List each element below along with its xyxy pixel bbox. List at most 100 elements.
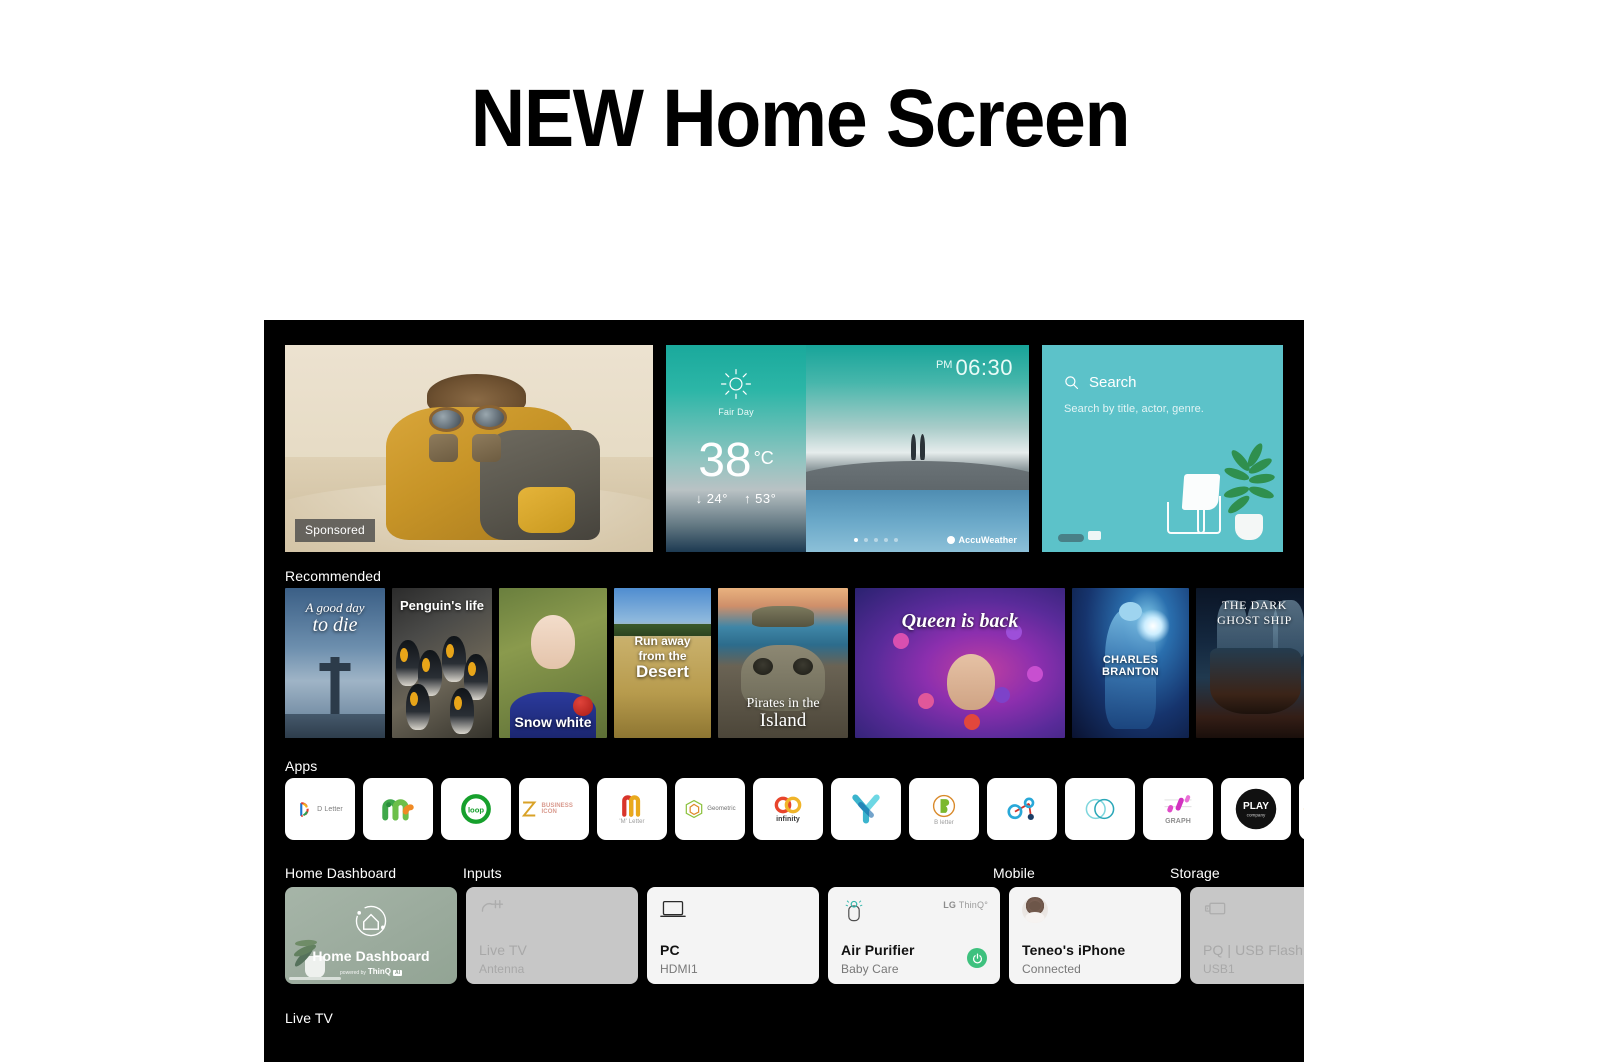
home-dashboard-icon [351,901,391,941]
app-tile-infinity[interactable]: infinity [753,778,823,840]
app-tile-play-company[interactable]: PLAY company [1221,778,1291,840]
recommended-tile-snow-white[interactable]: Snow white [499,588,607,738]
carousel-dot[interactable] [884,538,888,542]
tv-frame: Sponsored Fair Day 38 °C ↓ 24° ↑ 53° PM … [264,320,1304,1062]
power-icon [972,953,982,963]
powered-prefix: powered by [340,970,366,976]
y-shape-icon [852,794,880,824]
label-storage: Storage [1170,865,1220,881]
power-toggle-button[interactable] [967,948,987,968]
accuweather-attribution: AccuWeather [946,535,1017,545]
usb-icon [1203,899,1229,921]
app-tile-b-letter[interactable]: B letter [909,778,979,840]
app-label: BUSINESS ICON [541,803,573,815]
powered-brand: ThinQ [367,967,391,976]
search-label: Search [1089,374,1137,391]
carousel-dot[interactable] [874,538,878,542]
tile-caption-line2: GHOST SHIP [1217,613,1292,627]
app-label: GRAPH [1165,818,1191,825]
ad-figure [373,373,600,540]
page-title: NEW Home Screen [470,73,1131,164]
recommended-tile-charles-branton[interactable]: CHARLES BRANTON [1072,588,1189,738]
app-tile-loop[interactable]: loop [441,778,511,840]
dashboard-tile-pc[interactable]: PC HDMI1 [647,887,819,984]
decor-sunglasses [1058,534,1084,542]
z-letter-icon [521,801,537,817]
app-tile-business-icon[interactable]: BUSINESS ICON [519,778,589,840]
svg-text:company: company [1247,812,1266,817]
recommended-tile-a-good-day-to-die[interactable]: A good day to die [285,588,385,738]
app-tile-next-partial[interactable] [1299,778,1304,840]
hero-row: Sponsored Fair Day 38 °C ↓ 24° ↑ 53° PM … [285,345,1283,552]
app-label: 'M' Letter [619,818,645,825]
dashboard-tile-teneos-iphone[interactable]: Teneo's iPhone Connected [1009,887,1181,984]
geometric-icon [685,799,703,819]
sponsored-ad-card[interactable]: Sponsored [285,345,653,552]
circles-icon [1085,798,1115,820]
dashboard-tile-usb-flash-drive[interactable]: PQ | USB Flash D USB1 [1190,887,1304,984]
ad-binocular-lens-left [428,407,464,432]
dashboard-tile-sub: Antenna [479,962,525,976]
dashboard-tile-title: Home Dashboard [312,948,430,964]
app-tile-y-shape[interactable] [831,778,901,840]
tile-caption: Penguin's life [400,598,484,613]
recommended-row[interactable]: A good day to die Penguin's life Snow wh… [285,588,1304,738]
app-tile-geometric[interactable]: Geometric [675,778,745,840]
tile-caption: Run away from the Desert [614,634,711,681]
recommended-tile-run-away-from-the-desert[interactable]: Run away from the Desert [614,588,711,738]
weather-card[interactable]: Fair Day 38 °C ↓ 24° ↑ 53° PM 06:30 Accu… [666,345,1029,552]
carousel-dots[interactable] [854,538,898,542]
app-tile-molecule[interactable] [987,778,1057,840]
avatar [1022,897,1048,923]
play-company-icon: PLAY company [1235,788,1277,830]
dashboard-section-labels: Home Dashboard Inputs Mobile Storage [264,865,1304,883]
svg-text:PLAY: PLAY [1243,801,1269,812]
search-card[interactable]: Search Search by title, actor, genre. [1042,345,1283,552]
recommended-tile-the-dark-ghost-ship[interactable]: THE DARK GHOST SHIP [1196,588,1304,738]
carousel-dot[interactable] [854,538,858,542]
antenna-icon [479,899,505,921]
apps-row[interactable]: D Letter loop BUSINESS ICON 'M' Letter G… [285,778,1304,840]
recommended-tile-penguins-life[interactable]: Penguin's life [392,588,492,738]
app-label: D Letter [317,805,343,813]
tile-caption: to die [312,614,358,636]
label-mobile: Mobile [993,865,1035,881]
tile-caption-emphasis: Desert [636,662,689,681]
app-label: infinity [776,816,800,823]
recommended-tile-pirates-in-the-island[interactable]: Pirates in the Island [718,588,848,738]
decor-chair [1167,474,1229,534]
app-tile-m-letter[interactable]: 'M' Letter [597,778,667,840]
app-tile-m-shape[interactable] [363,778,433,840]
app-label: B letter [934,819,954,826]
dashboard-tile-name: PC [660,942,680,958]
dashboard-tile-home-dashboard[interactable]: Home Dashboard powered by ThinQ AI [285,887,457,984]
dashboard-tile-live-tv[interactable]: Live TV Antenna [466,887,638,984]
label-inputs: Inputs [463,865,502,881]
label-home-dashboard: Home Dashboard [285,865,397,881]
dashboard-tile-sub: Baby Care [841,962,899,976]
app-tile-graph[interactable]: GRAPH [1143,778,1213,840]
carousel-dot[interactable] [864,538,868,542]
dashboard-tile-air-purifier[interactable]: LG ThinQ° Air Purifier Baby Care [828,887,1000,984]
weather-temp-unit: °C [753,448,774,468]
m-letter-icon [622,794,641,817]
clock: PM 06:30 [936,355,1013,381]
clock-time: 06:30 [955,355,1013,380]
app-label: Geometric [707,806,736,812]
monitor-icon [660,899,686,921]
tile-caption: Snow white [514,714,592,730]
powered-suffix: AI [392,970,402,976]
carousel-dot[interactable] [894,538,898,542]
app-tile-circles[interactable] [1065,778,1135,840]
dashboard-tile-sub: USB1 [1203,962,1235,976]
recommended-tile-queen-is-back[interactable]: Queen is back [855,588,1065,738]
loop-icon: loop [461,794,491,824]
app-tile-d-letter[interactable]: D Letter [285,778,355,840]
home-dashboard-row[interactable]: Home Dashboard powered by ThinQ AI Live TV… [285,887,1304,984]
clock-ampm: PM [935,359,953,371]
scenery-tree [910,434,916,460]
scenery-tree [919,434,925,460]
ad-binocular-tube-left [428,433,458,462]
live-tv-section-label: Live TV [285,1010,333,1026]
m-shape-icon [382,799,414,821]
